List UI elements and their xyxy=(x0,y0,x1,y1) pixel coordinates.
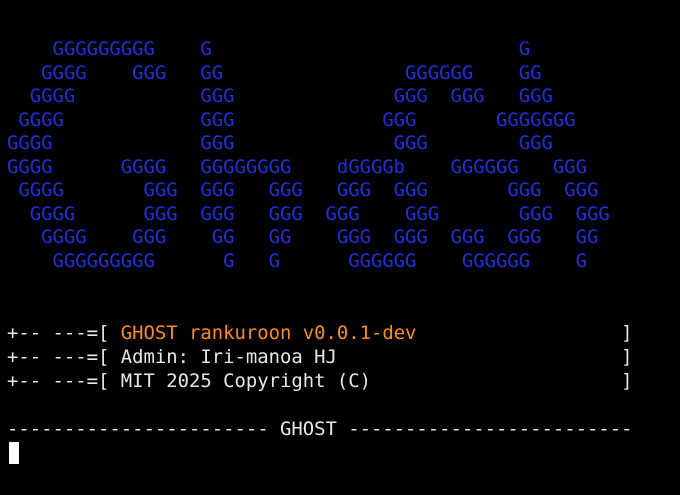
version-label: GHOST rankuroon v0.0.1-dev xyxy=(120,322,417,344)
ghost-separator: ----------------------- GHOST ----------… xyxy=(7,418,633,440)
info-line-version: +-- ---=[ GHOST rankuroon v0.0.1-dev ] xyxy=(7,322,633,346)
banner-line: GGGG GGG GGG GGG xyxy=(7,132,553,154)
info-line-suffix: ] xyxy=(370,370,633,392)
info-line-suffix: ] xyxy=(416,322,633,344)
terminal-cursor[interactable] xyxy=(9,442,19,464)
banner-line: GGGGGGGGG G G xyxy=(7,38,531,60)
banner-line: GGGG GGG GGG GGG GGG GGG GGG GGG xyxy=(7,179,599,201)
admin-label: Admin: Iri-manoa HJ xyxy=(120,346,337,368)
info-line-prefix: +-- ---=[ xyxy=(7,370,121,392)
banner-line: GGGGGGGGG G G GGGGGG GGGGGG G xyxy=(7,249,588,272)
info-line-prefix: +-- ---=[ xyxy=(7,322,121,344)
info-line-admin: +-- ---=[ Admin: Iri-manoa HJ ] xyxy=(7,346,633,370)
banner-line: GGGG GGG GGG GGG GGG GGG GGG GGG xyxy=(7,202,610,225)
terminal-window[interactable]: GGGGGGGGG G G GGGG GGG GG GGGGGG GG GGGG… xyxy=(0,0,680,495)
banner-line: GGGG GGGG GGGGGGGG dGGGGb GGGGGG GGG xyxy=(7,155,588,178)
banner-line: GGGG GGG GGG GGG GGG xyxy=(7,85,553,107)
copyright-label: MIT 2025 Copyright (C) xyxy=(120,370,371,392)
banner-line: GGGG GGG GGG GGGGGGG xyxy=(7,108,576,131)
info-line-copyright: +-- ---=[ MIT 2025 Copyright (C) ] xyxy=(7,370,633,394)
banner-line: GGGG GGG GG GGGGGG GG xyxy=(7,61,542,84)
info-line-suffix: ] xyxy=(336,346,633,368)
banner-line: GGGG GGG GG GG GGG GGG GGG GGG GG xyxy=(7,226,599,248)
info-line-prefix: +-- ---=[ xyxy=(7,346,121,368)
ascii-ghost-banner: GGGGGGGGG G G GGGG GGG GG GGGGGG GG GGGG… xyxy=(7,38,610,273)
